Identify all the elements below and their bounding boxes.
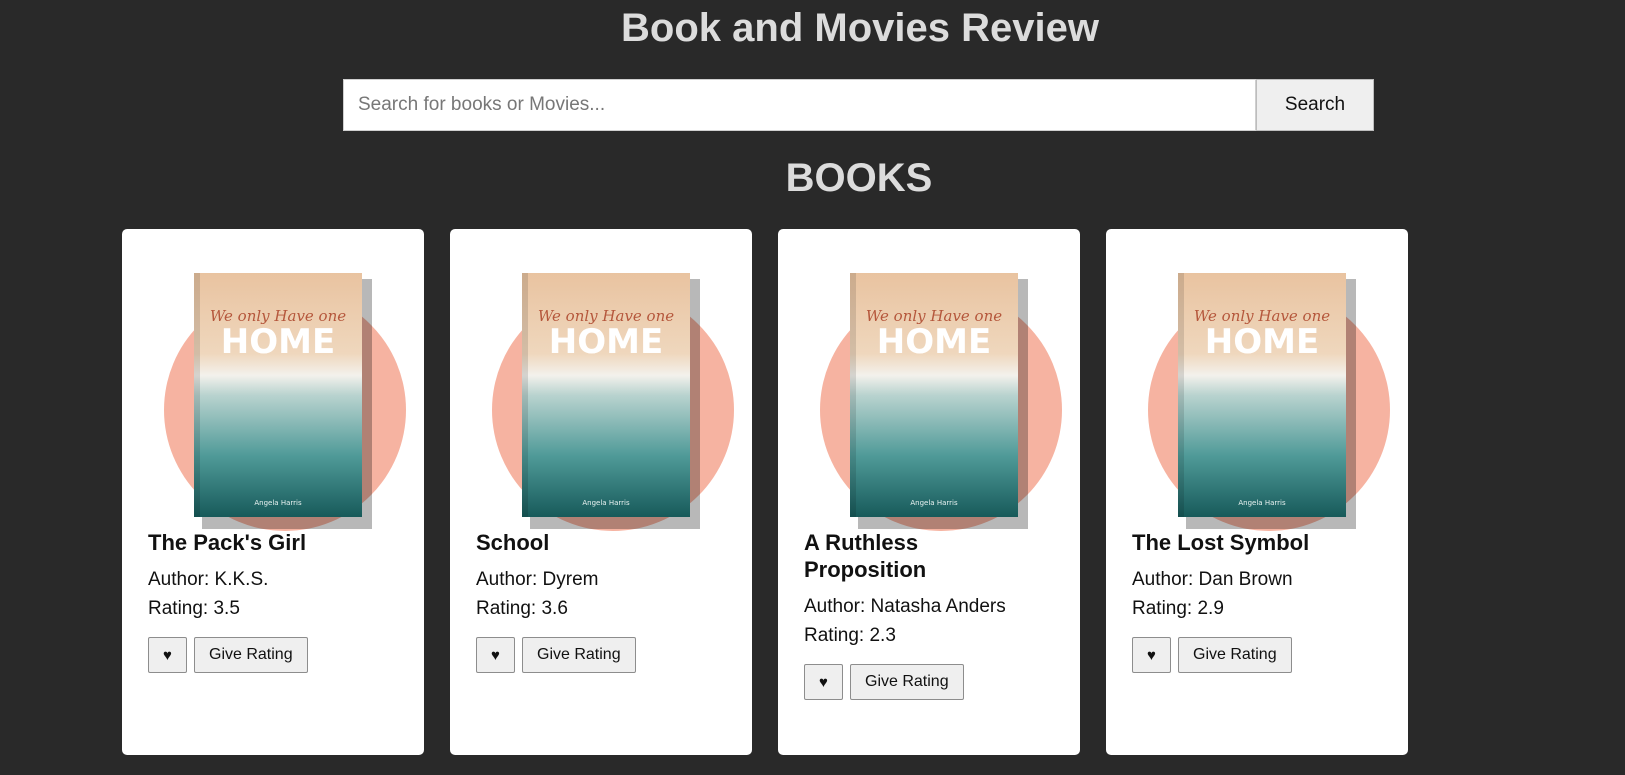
give-rating-button[interactable]: Give Rating xyxy=(850,664,964,700)
book-card: We only Have one HOME Angela Harris A Ru… xyxy=(778,229,1080,755)
book-card: We only Have one HOME Angela Harris The … xyxy=(1106,229,1408,755)
cover-headline: HOME xyxy=(1205,322,1319,362)
book-cover-image: We only Have one HOME Angela Harris xyxy=(1178,273,1356,529)
book-card: We only Have one HOME Angela Harris The … xyxy=(122,229,424,755)
give-rating-button[interactable]: Give Rating xyxy=(522,637,636,673)
book-title: The Lost Symbol xyxy=(1132,530,1310,555)
book-cover-image: We only Have one HOME Angela Harris xyxy=(522,273,700,529)
book-actions: ♥ Give Rating xyxy=(476,637,726,673)
book-cover: We only Have one HOME Angela Harris xyxy=(148,229,406,531)
book-rating: Rating: 2.9 xyxy=(1132,598,1224,619)
book-actions: ♥ Give Rating xyxy=(1132,637,1382,673)
search-bar: Search xyxy=(343,79,1374,131)
book-title: The Pack's Girl xyxy=(148,530,307,555)
cover-author: Angela Harris xyxy=(1238,499,1286,507)
search-button[interactable]: Search xyxy=(1256,79,1374,131)
book-cover: We only Have one HOME Angela Harris xyxy=(476,229,734,531)
book-author: Author: Natasha Anders xyxy=(804,596,1006,617)
cover-author: Angela Harris xyxy=(254,499,302,507)
book-author: Author: Dyrem xyxy=(476,569,599,590)
page-title: Book and Movies Review xyxy=(621,6,1099,50)
book-card: We only Have one HOME Angela Harris Scho… xyxy=(450,229,752,755)
book-cover-image: We only Have one HOME Angela Harris xyxy=(194,273,372,529)
book-rating: Rating: 3.6 xyxy=(476,598,568,619)
cover-headline: HOME xyxy=(549,322,663,362)
book-actions: ♥ Give Rating xyxy=(804,664,1054,700)
book-author: Author: K.K.S. xyxy=(148,569,269,590)
like-button[interactable]: ♥ xyxy=(476,637,515,673)
book-actions: ♥ Give Rating xyxy=(148,637,398,673)
book-author: Author: Dan Brown xyxy=(1132,569,1293,590)
book-title: School xyxy=(476,530,550,555)
cover-headline: HOME xyxy=(877,322,991,362)
give-rating-button[interactable]: Give Rating xyxy=(1178,637,1292,673)
book-cover: We only Have one HOME Angela Harris xyxy=(1132,229,1390,531)
cover-headline: HOME xyxy=(221,322,335,362)
page: Book and Movies Review Search BOOKS xyxy=(0,0,1625,775)
give-rating-button[interactable]: Give Rating xyxy=(194,637,308,673)
cover-author: Angela Harris xyxy=(582,499,630,507)
like-button[interactable]: ♥ xyxy=(148,637,187,673)
book-list: We only Have one HOME Angela Harris The … xyxy=(122,229,1408,755)
like-button[interactable]: ♥ xyxy=(804,664,843,700)
book-cover-image: We only Have one HOME Angela Harris xyxy=(850,273,1028,529)
like-button[interactable]: ♥ xyxy=(1132,637,1171,673)
section-title: BOOKS xyxy=(785,156,933,200)
book-title: A Ruthless Proposition xyxy=(804,530,927,582)
book-rating: Rating: 3.5 xyxy=(148,598,240,619)
book-cover: We only Have one HOME Angela Harris xyxy=(804,229,1062,531)
cover-author: Angela Harris xyxy=(910,499,958,507)
book-rating: Rating: 2.3 xyxy=(804,625,896,646)
search-input[interactable] xyxy=(343,79,1256,131)
